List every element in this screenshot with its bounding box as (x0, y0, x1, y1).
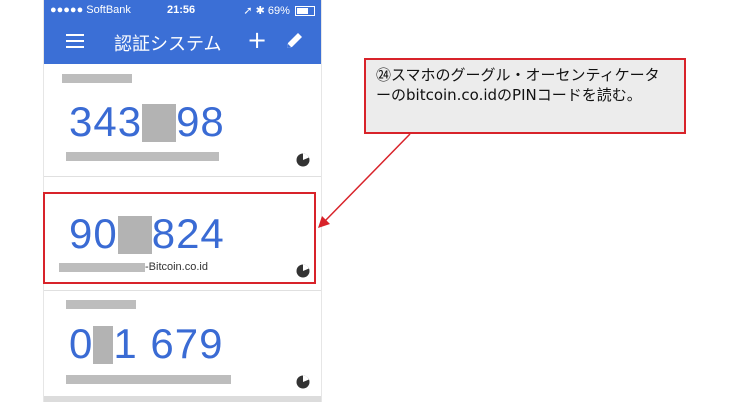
timer-icon (296, 153, 310, 167)
code-mask (142, 104, 177, 142)
bluetooth-icon: ✱ (255, 5, 265, 17)
account-issuer-redacted (62, 74, 132, 83)
battery-percent: 69% (267, 5, 290, 17)
timer-icon (296, 375, 310, 389)
status-bar: ●●●●● SoftBank 21:56 ➚ ✱ 69% (44, 0, 321, 20)
location-icon: ➚ (243, 5, 253, 17)
pencil-icon (287, 33, 302, 48)
account-name-redacted (66, 152, 219, 161)
edit-button[interactable] (284, 31, 304, 51)
entry-divider (44, 290, 321, 291)
carrier-label: ●●●●● SoftBank (50, 4, 131, 16)
battery-icon (295, 6, 315, 17)
app-title: 認証システム (114, 34, 222, 55)
annotation-callout: ㉔スマホのグーグル・オーセンティケーターのbitcoin.co.idのPINコー… (364, 58, 686, 134)
otp-code[interactable]: 01 679 (69, 320, 223, 368)
entry-divider (44, 176, 321, 177)
clock: 21:56 (167, 4, 196, 16)
account-issuer-redacted (66, 300, 136, 309)
highlight-box (43, 192, 316, 284)
account-name-redacted (66, 375, 231, 384)
status-right: ➚ ✱ 69% (243, 4, 315, 17)
scroll-edge (44, 396, 321, 402)
menu-icon[interactable] (66, 34, 84, 48)
add-button[interactable]: + (247, 28, 267, 52)
code-mask (93, 326, 114, 364)
otp-code[interactable]: 343 98 (69, 98, 225, 146)
app-bar: 認証システム + (44, 20, 321, 64)
